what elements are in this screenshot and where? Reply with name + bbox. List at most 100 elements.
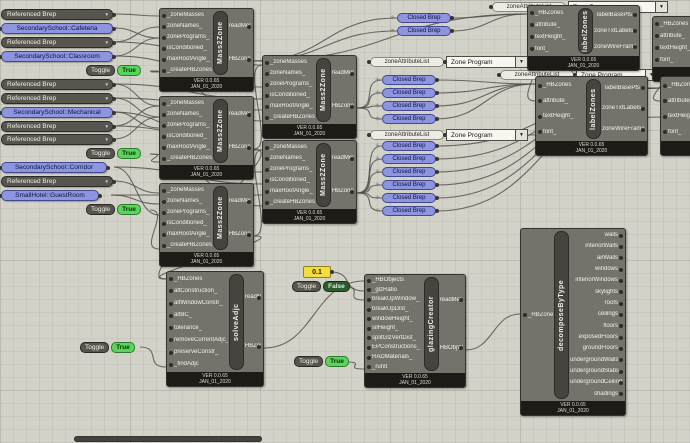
input-port-textheight[interactable]: textHeight_ <box>538 113 585 120</box>
output-port-skylights[interactable]: skylights <box>570 289 623 296</box>
output-port-undergroundwalls[interactable]: undergroundWalls <box>570 357 623 364</box>
chevron-down-icon[interactable]: ▼ <box>105 137 109 142</box>
input-port-maxroofangle[interactable]: maxRoofAngle_ <box>162 231 212 238</box>
input-port-zonenames[interactable]: zoneNames_ <box>162 198 212 205</box>
input-port-maxroofangle[interactable]: maxRoofAngle_ <box>162 56 212 63</box>
output-port-hbzones[interactable]: HBZones <box>332 188 354 195</box>
output-port-zonetxtlabels[interactable]: zoneTxtLabels <box>594 28 637 35</box>
input-port-isconditioned[interactable]: isConditioned_ <box>162 45 212 52</box>
program-name-chip[interactable]: SecondarySchool::Mechanical <box>1 107 113 118</box>
output-port-undergroundceilings[interactable]: undergroundCeilings <box>570 379 623 386</box>
input-port-zonenames[interactable]: zoneNames_ <box>265 70 315 77</box>
output-port-readme[interactable]: readMe! <box>440 297 463 304</box>
output-port-walls[interactable]: walls <box>570 232 623 239</box>
input-port-hbzones[interactable]: _HBZones <box>169 276 228 283</box>
input-port-isconditioned[interactable]: isConditioned_ <box>162 220 212 227</box>
component-labelzones[interactable]: _HBZonesattribute_textHeight_font_labelZ… <box>660 76 690 156</box>
input-port-createhbzones[interactable]: _createHBZones <box>265 199 315 206</box>
input-port-font[interactable]: font_ <box>538 129 585 136</box>
referenced-brep-chip[interactable]: Referenced Brep▼ <box>1 176 113 187</box>
input-port-tolerance[interactable]: tolerance_ <box>169 325 228 332</box>
input-port-hbzones[interactable]: _HBZones <box>530 10 577 17</box>
input-port-isconditioned[interactable]: isConditioned_ <box>265 177 315 184</box>
component-mass2zone[interactable]: _zoneMasses zoneNames_ zonePrograms_ isCond… <box>159 8 254 92</box>
closed-brep-chip[interactable]: ✳Closed Brep <box>397 13 451 23</box>
program-name-chip[interactable]: SecondarySchool::Cafeteria <box>1 23 113 34</box>
input-port-zoneprograms[interactable]: zonePrograms_ <box>162 34 212 41</box>
zone-program-dropdown[interactable]: Zone Program▼ <box>446 129 528 141</box>
output-port-ceilings[interactable]: ceilings <box>570 311 623 318</box>
program-name-chip[interactable]: SmallHotel::GuestRoom <box>1 190 99 201</box>
input-port-breakupdist[interactable]: breakUpDist_ <box>367 306 423 313</box>
grasshopper-canvas[interactable]: Referenced Brep▼SecondarySchool::Cafeter… <box>0 0 690 443</box>
chevron-down-icon[interactable]: ▼ <box>105 96 109 101</box>
component-decomposebytype[interactable]: _HBZonesdecomposeByTypewallsinteriorWall… <box>520 228 626 416</box>
output-port-zonewireframes[interactable]: zoneWireFrames <box>602 126 645 133</box>
input-port-hbzones[interactable]: _HBZones <box>655 21 690 28</box>
input-port-windowheight[interactable]: windowHeight_ <box>367 316 423 323</box>
input-port-isconditioned[interactable]: isConditioned_ <box>265 92 315 99</box>
boolean-toggle[interactable]: ToggleTrue <box>86 204 141 215</box>
input-port-isconditioned[interactable]: isConditioned_ <box>162 133 212 140</box>
component-mass2zone[interactable]: _zoneMasseszoneNames_zonePrograms_isCond… <box>159 96 254 180</box>
output-port-shadings[interactable]: shadings <box>570 391 623 398</box>
input-port-hbzones[interactable]: _HBZones <box>523 312 553 319</box>
input-port-attribute[interactable]: attribute_ <box>538 98 585 105</box>
input-port-zonemasses[interactable]: _zoneMasses <box>265 59 315 66</box>
input-port-zonenames[interactable]: zoneNames_ <box>162 23 212 30</box>
component-mass2zone[interactable]: _zoneMasseszoneNames_zonePrograms_isCond… <box>262 55 357 139</box>
closed-brep-chip[interactable]: ✳Closed Brep <box>397 26 451 36</box>
input-port-createhbzones[interactable]: _createHBZones <box>162 155 212 162</box>
input-port-zoneprograms[interactable]: zonePrograms_ <box>265 166 315 173</box>
input-port-radmaterials[interactable]: RADMaterials_ <box>367 354 423 361</box>
referenced-brep-chip[interactable]: Referenced Brep▼ <box>1 37 113 48</box>
output-port-hbzones[interactable]: HBZones <box>332 103 354 110</box>
output-port-zonetxtlabels[interactable]: zoneTxtLabels <box>602 105 645 112</box>
input-port-maxroofangle[interactable]: maxRoofAngle_ <box>162 144 212 151</box>
output-port-labelbasepts[interactable]: labelBasePts <box>602 85 645 92</box>
chevron-down-icon[interactable]: ▼ <box>105 124 109 129</box>
referenced-brep-chip[interactable]: Referenced Brep▼ <box>1 9 113 20</box>
input-port-zonemasses[interactable]: _zoneMasses <box>162 12 212 19</box>
referenced-brep-chip[interactable]: Referenced Brep▼ <box>1 93 113 104</box>
output-port-airwalls[interactable]: airWalls <box>570 255 623 262</box>
zone-attribute-list-chip[interactable]: zoneAttributeList <box>370 130 444 140</box>
output-port-groundfloors[interactable]: groundFloors <box>570 345 623 352</box>
input-port-silheight[interactable]: silHeight_ <box>367 325 423 332</box>
output-port-hbzoneswadj[interactable]: HBZonesWADJ <box>245 343 261 350</box>
chevron-down-icon[interactable]: ▼ <box>105 179 109 184</box>
output-port-undergroundslabs[interactable]: undergroundSlabs <box>570 368 623 375</box>
input-port-zoneprograms[interactable]: zonePrograms_ <box>162 122 212 129</box>
output-port-readme[interactable]: readMe! <box>229 23 251 30</box>
input-port-removecurrentadjc[interactable]: removeCurrentAdjc_ <box>169 337 228 344</box>
input-port-font[interactable]: font_ <box>530 46 577 53</box>
output-port-hbobjwglz[interactable]: HBObjWGLZ <box>440 345 463 352</box>
output-port-readme[interactable]: readMe! <box>229 198 251 205</box>
input-port-hbobjects[interactable]: _HBObjects <box>367 277 423 284</box>
input-port-zonemasses[interactable]: _zoneMasses <box>162 100 212 107</box>
toggle-value[interactable]: True <box>117 65 141 76</box>
input-port-altconstruction[interactable]: altConstruction_ <box>169 288 228 295</box>
input-port-font[interactable]: font_ <box>663 129 690 136</box>
boolean-toggle[interactable]: ToggleTrue <box>80 342 135 353</box>
referenced-brep-chip[interactable]: Referenced Brep▼ <box>1 134 113 145</box>
output-port-roofs[interactable]: roofs <box>570 300 623 307</box>
input-port-attribute[interactable]: attribute_ <box>530 22 577 29</box>
chevron-down-icon[interactable]: ▼ <box>105 82 109 87</box>
output-port-readme[interactable]: readMe! <box>332 70 354 77</box>
input-port-glzratio[interactable]: _glzRatio <box>367 287 423 294</box>
input-port-maxroofangle[interactable]: maxRoofAngle_ <box>265 103 315 110</box>
component-labelzones[interactable]: _HBZonesattribute_textHeight_font_labelZ… <box>527 5 640 71</box>
input-port-zonenames[interactable]: zoneNames_ <box>265 155 315 162</box>
chevron-down-icon[interactable]: ▼ <box>655 2 667 12</box>
input-port-altwindowconstr[interactable]: altWindowConstr_ <box>169 300 228 307</box>
toggle-value[interactable]: False <box>323 281 350 292</box>
boolean-toggle[interactable]: ToggleTrue <box>86 65 141 76</box>
input-port-textheight[interactable]: textHeight_ <box>663 113 690 120</box>
chevron-down-icon[interactable]: ▼ <box>515 130 527 140</box>
referenced-brep-chip[interactable]: Referenced Brep▼ <box>1 79 113 90</box>
input-port-epconstructions[interactable]: EPConstructions_ <box>367 344 423 351</box>
input-port-zonemasses[interactable]: _zoneMasses <box>265 144 315 151</box>
input-port-preserveconstr[interactable]: preserveConstr_ <box>169 349 228 356</box>
input-port-createhbzones[interactable]: _createHBZones <box>265 114 315 121</box>
